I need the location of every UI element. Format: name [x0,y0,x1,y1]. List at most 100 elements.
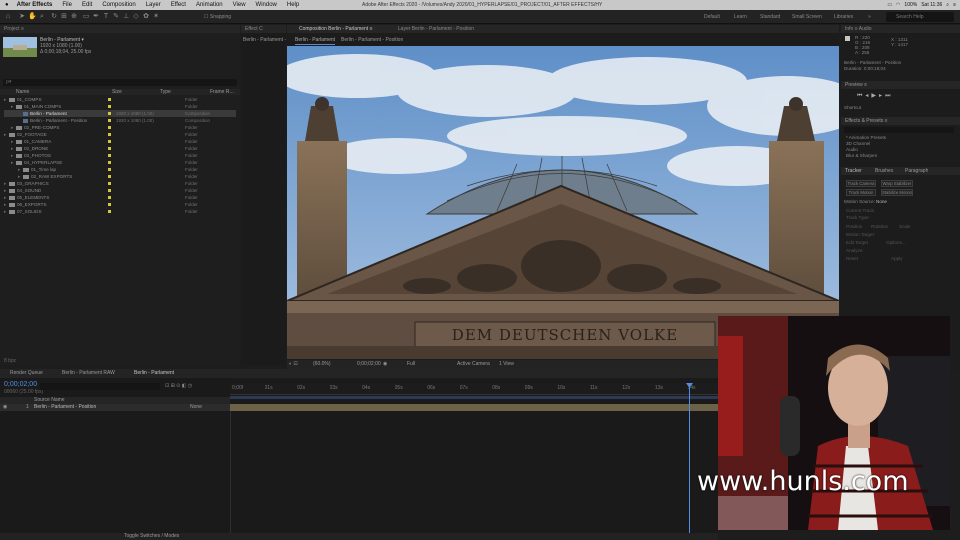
motion-source-select[interactable]: None [876,199,887,205]
work-area-bar[interactable] [230,396,718,399]
timeline-timecode[interactable]: 0;00;02;00 [4,381,37,388]
menu-animation[interactable]: Animation [191,2,228,8]
options-button[interactable]: Options... [886,240,906,246]
selection-tool-icon[interactable]: ➤ [18,13,26,21]
menu-list-icon[interactable]: ≡ [953,2,956,8]
edit-target-button[interactable]: Edit Target [846,240,868,246]
apply-button[interactable]: Apply [891,256,903,262]
workspace-menu-icon[interactable]: » [868,14,871,20]
stabilize-motion-button[interactable]: Stabilize Motion [881,189,913,196]
reset-button[interactable]: Reset [846,256,858,262]
last-frame-icon[interactable]: ⏭ [885,93,893,99]
label-color-swatch[interactable] [108,105,111,108]
timeline-switch-icons[interactable]: ⊡ ⊞ ⊙ ◧ ◷ [165,383,192,390]
eraser-tool-icon[interactable]: ◇ [132,13,140,21]
label-color-swatch[interactable] [108,112,111,115]
viewer-timecode[interactable]: 0;00;02;00 [357,361,381,368]
layer-duration-bar[interactable] [230,404,718,411]
position-checkbox[interactable]: Position [846,224,862,230]
pen-tool-icon[interactable]: ✒ [92,13,100,21]
column-type[interactable]: Type [160,89,171,96]
column-name[interactable]: Name [16,89,29,96]
menu-file[interactable]: File [57,2,77,8]
workspace-small-screen[interactable]: Small Screen [792,14,822,20]
clone-tool-icon[interactable]: ⊥ [122,13,130,21]
composition-viewer[interactable]: DEM DEUTSCHEN VOLKE [287,46,839,359]
time-ruler[interactable]: 0;00f 01s 02s 03s 04s 05s 06s 07s 08s 09s 10s 11s 12… [230,383,718,395]
tab-tracker[interactable]: Tracker [845,168,862,175]
layer-row-1[interactable]: ◉ 1 Berlin - Parlament - Position None [0,404,230,411]
project-folder-item[interactable]: ▸ 07_SOLIDS Folder [4,208,236,215]
workspace-learn[interactable]: Learn [734,14,747,20]
label-color-swatch[interactable] [108,119,111,122]
roto-brush-icon[interactable]: ✿ [142,13,150,21]
label-color-swatch[interactable] [108,161,111,164]
toggle-switches-modes[interactable]: Toggle Switches / Modes [124,533,179,540]
project-folder-item[interactable]: ▸ 02_DRONE Folder [4,145,236,152]
project-folder-item[interactable]: ▸ 03_GRAPHICS Folder [4,180,236,187]
label-color-swatch[interactable] [108,196,111,199]
hand-tool-icon[interactable]: ✋ [28,13,37,21]
project-folder-item[interactable]: ▸ 02_RAW EXPORTS Folder [4,173,236,180]
source-name-column[interactable]: Source Name [34,397,65,404]
spotlight-icon[interactable]: ⌕ [946,2,949,8]
tab-paragraph[interactable]: Paragraph [905,168,928,175]
resolution-dropdown[interactable]: Full [407,361,415,368]
warp-stabilizer-button[interactable]: Warp Stabilizer [881,180,913,187]
brush-tool-icon[interactable]: ✎ [112,13,120,21]
apple-icon[interactable]: ● [0,2,14,8]
column-size[interactable]: Size [112,89,122,96]
tab-render-queue[interactable]: Render Queue [10,370,43,377]
project-folder-item[interactable]: ▸ 04_SOUND Folder [4,187,236,194]
camera-tool-icon[interactable]: ⊞ [60,13,68,21]
bit-depth[interactable]: 8 bpc [4,358,16,365]
breadcrumb-main[interactable]: Berlin - Parlament [295,37,336,45]
menu-composition[interactable]: Composition [97,2,140,8]
label-color-swatch[interactable] [108,203,111,206]
rotate-tool-icon[interactable]: ↻ [50,13,58,21]
label-color-swatch[interactable] [108,175,111,178]
zoom-dropdown[interactable]: (60.0%) [313,361,331,368]
search-help-input[interactable]: Search Help [886,12,954,22]
zoom-tool-icon[interactable]: ⌕ [38,13,46,21]
battery-icon[interactable]: ▭ [887,2,892,8]
home-icon[interactable]: ⌂ [4,13,12,21]
camera-dropdown[interactable]: Active Camera [457,361,490,368]
rectangle-tool-icon[interactable]: ▭ [82,13,90,21]
project-folder-item[interactable]: ▸ 01_MAIN COMPS Folder [4,103,236,110]
menu-edit[interactable]: Edit [77,2,97,8]
clock[interactable]: Sat 11:36 [921,2,942,8]
timeline-search-input[interactable] [40,383,160,390]
workspace-standard[interactable]: Standard [760,14,780,20]
pan-behind-tool-icon[interactable]: ⊕ [70,13,78,21]
parent-select[interactable]: None [190,404,202,411]
layer-name[interactable]: Berlin - Parlament - Position [34,404,96,411]
tab-layer[interactable]: Layer Berlin - Parlament - Position [398,26,474,32]
project-folder-item[interactable]: ▸ 01_Time lap Folder [4,166,236,173]
label-color-swatch[interactable] [108,189,111,192]
workspace-libraries[interactable]: Libraries [834,14,853,20]
menu-help[interactable]: Help [282,2,304,8]
label-color-swatch[interactable] [108,168,111,171]
effect-controls-tab[interactable]: Effect C [241,25,286,33]
label-color-swatch[interactable] [108,140,111,143]
menu-window[interactable]: Window [251,2,282,8]
effects-presets-tab[interactable]: Effects & Presets ≡ [845,118,888,125]
effects-item-blur[interactable]: Blur & Sharpen [846,153,877,159]
preview-tab[interactable]: Preview ≡ [845,82,867,89]
workspace-default[interactable]: Default [704,14,720,20]
project-search-input[interactable]: ρ▾ [3,79,237,86]
project-folder-item[interactable]: ▸ 01_CAMERA Folder [4,138,236,145]
project-folder-item[interactable]: ▸ 02_PRE-COMPS Folder [4,124,236,131]
project-tab[interactable]: Project ≡ [0,25,240,33]
breadcrumb-position[interactable]: Berlin - Parlament - Position [341,37,403,44]
project-folder-item[interactable]: ▸ 05_ELEMENTS Folder [4,194,236,201]
label-color-swatch[interactable] [108,133,111,136]
project-comp-item[interactable]: Berlin - Parlament - Position 1920 x 1080… [4,117,236,124]
scale-checkbox[interactable]: Scale [899,224,911,230]
label-color-swatch[interactable] [108,154,111,157]
playhead[interactable] [689,383,690,533]
tab-berlin-raw[interactable]: Berlin - Parlament RAW [62,370,115,377]
label-color-swatch[interactable] [108,147,111,150]
type-tool-icon[interactable]: T [102,13,110,21]
